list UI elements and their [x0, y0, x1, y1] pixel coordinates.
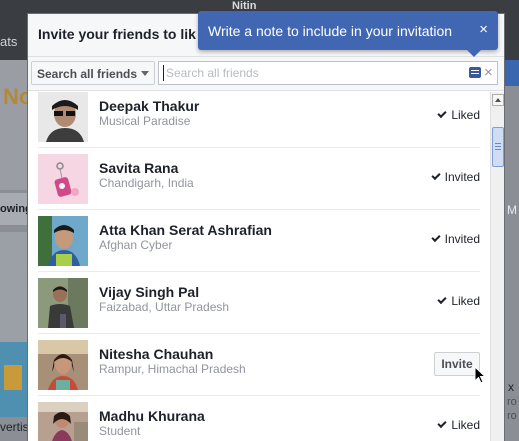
status-label: Liked — [437, 108, 480, 122]
friend-row: Savita Rana Chandigarh, India Invited — [38, 148, 480, 210]
friend-row: Nitesha Chauhan Rampur, Himachal Pradesh… — [38, 334, 487, 396]
friend-subtitle: Student — [99, 424, 141, 438]
status-label: Invited — [431, 232, 480, 246]
bg-text-fragment: ro — [507, 396, 517, 408]
friend-name: Madhu Khurana — [99, 408, 205, 424]
tooltip-arrow — [467, 50, 481, 57]
avatar — [38, 154, 88, 204]
page-right-dimmed: M x ro ro — [505, 0, 519, 441]
friend-filter-dropdown[interactable]: Search all friends — [31, 61, 155, 85]
avatar — [38, 402, 88, 441]
friend-row: Madhu Khurana Student Liked — [38, 396, 480, 441]
check-icon — [437, 418, 447, 429]
avatar — [38, 92, 88, 142]
dialog-title: Invite your friends to lik — [38, 26, 196, 42]
scrollbar-thumb[interactable] — [492, 127, 504, 167]
friend-row: Vijay Singh Pal Faizabad, Uttar Pradesh … — [38, 272, 480, 334]
bg-text-fragment: owing — [0, 203, 27, 215]
scroll-up-arrow-icon[interactable] — [492, 94, 504, 106]
friend-filter-label: Search all friends — [37, 67, 138, 81]
check-icon — [431, 232, 441, 243]
bg-text-fragment: No — [3, 84, 27, 109]
bg-text-fragment: ats — [0, 34, 18, 49]
avatar — [38, 340, 88, 390]
bg-text-fragment: x — [508, 380, 514, 394]
typeahead-list-icon — [469, 67, 481, 78]
friend-subtitle: Chandigarh, India — [99, 176, 194, 190]
clear-search-icon[interactable]: × — [484, 63, 493, 83]
mouse-pointer-icon — [474, 366, 487, 384]
invite-friends-dialog: Invite your friends to lik Search all fr… — [27, 13, 505, 441]
bg-text-fragment: M — [507, 203, 517, 217]
friend-subtitle: Faizabad, Uttar Pradesh — [99, 300, 230, 314]
status-label: Invited — [431, 170, 480, 184]
friend-name: Nitesha Chauhan — [99, 346, 214, 362]
friend-name: Deepak Thakur — [99, 98, 200, 114]
check-icon — [437, 108, 447, 119]
friends-list-scrollbar[interactable] — [490, 92, 504, 441]
status-label: Liked — [437, 418, 480, 432]
bg-text-fragment: vertis — [0, 420, 27, 434]
friend-search-box: × — [158, 61, 498, 85]
friend-subtitle: Afghan Cyber — [99, 238, 173, 252]
friend-name: Savita Rana — [99, 160, 179, 176]
dialog-toolbar: Search all friends × — [28, 57, 504, 91]
page-left-dimmed: ats No owing vertis — [0, 0, 27, 441]
check-icon — [437, 294, 447, 305]
friend-row: Deepak Thakur Musical Paradise Liked — [38, 92, 480, 148]
friends-list: Deepak Thakur Musical Paradise Liked Sav… — [28, 92, 490, 441]
status-label: Liked — [437, 294, 480, 308]
check-icon — [431, 170, 441, 181]
friend-name: Vijay Singh Pal — [99, 284, 200, 300]
close-icon[interactable]: × — [479, 21, 488, 39]
friend-name: Atta Khan Serat Ashrafian — [99, 222, 272, 238]
friend-row: Atta Khan Serat Ashrafian Afghan Cyber I… — [38, 210, 480, 272]
tooltip-text: Write a note to include in your invitati… — [208, 23, 453, 39]
bg-text-fragment: ro — [507, 410, 517, 422]
avatar — [38, 216, 88, 266]
chevron-down-icon — [141, 71, 149, 76]
friend-subtitle: Rampur, Himachal Pradesh — [99, 362, 246, 376]
friend-search-input[interactable] — [163, 65, 463, 81]
invitation-note-tooltip[interactable]: Write a note to include in your invitati… — [198, 11, 498, 57]
friend-subtitle: Musical Paradise — [99, 114, 191, 128]
avatar — [38, 278, 88, 328]
